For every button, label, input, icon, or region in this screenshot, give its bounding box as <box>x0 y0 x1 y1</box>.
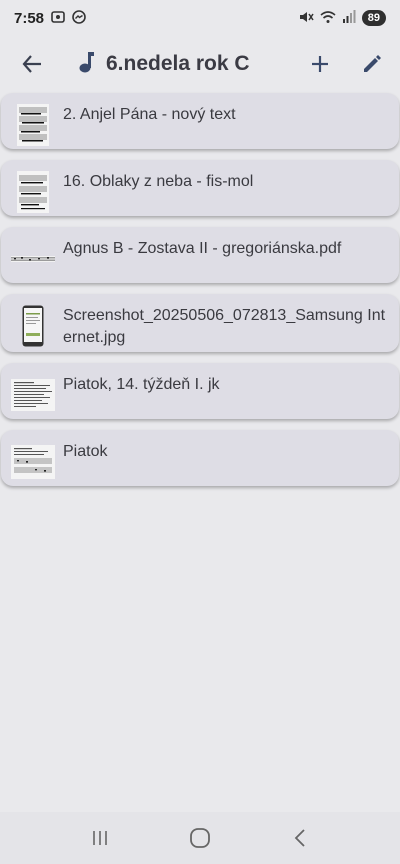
list-item[interactable]: 16. Oblaky z neba - fis-mol <box>1 160 399 216</box>
item-title: Piatok <box>63 443 108 460</box>
list-item[interactable]: Screenshot_20250506_072813_Samsung Inter… <box>1 294 399 352</box>
back-arrow-icon <box>22 55 41 73</box>
page-title: 6.nedela rok C <box>106 52 250 75</box>
recents-button[interactable] <box>76 818 124 858</box>
pencil-icon <box>364 55 381 72</box>
signal-icon <box>342 9 356 27</box>
add-button[interactable] <box>296 40 344 88</box>
item-title: Screenshot_20250506_072813_Samsung Inter… <box>63 307 386 346</box>
text-document-thumbnail <box>11 373 55 417</box>
list-item[interactable]: Agnus B - Zostava II - gregoriánska.pdf <box>1 227 399 283</box>
recents-icon <box>93 831 107 845</box>
home-button[interactable] <box>176 818 224 858</box>
title-wrap: 6.nedela rok C <box>78 50 296 79</box>
wifi-icon <box>320 10 336 27</box>
item-title: 2. Anjel Pána - nový text <box>63 106 236 123</box>
item-title: Piatok, 14. týždeň I. jk <box>63 376 220 393</box>
nav-back-button[interactable] <box>276 818 324 858</box>
sheet-music-thumbnail <box>11 170 55 214</box>
nav-back-icon <box>294 829 305 847</box>
list-item[interactable]: Piatok <box>1 430 399 486</box>
status-right: 89 <box>298 9 386 27</box>
back-button[interactable] <box>8 40 56 88</box>
system-nav-bar <box>0 812 400 864</box>
phone-screenshot-thumbnail <box>11 304 55 348</box>
list-item[interactable]: 2. Anjel Pána - nový text <box>1 93 399 149</box>
item-title: 16. Oblaky z neba - fis-mol <box>63 173 254 190</box>
app-bar: 6.nedela rok C <box>0 36 400 92</box>
item-title: Agnus B - Zostava II - gregoriánska.pdf <box>63 240 342 257</box>
file-list: 2. Anjel Pána - nový text 16. Oblaky z n… <box>0 93 400 497</box>
screenshot-icon <box>50 10 66 27</box>
plus-icon <box>312 56 328 72</box>
battery-indicator: 89 <box>361 10 386 26</box>
status-bar: 7:58 89 <box>0 0 400 36</box>
mute-icon <box>298 10 314 27</box>
screen: 7:58 89 6.nedela rok C 2. Anjel Pána - n… <box>0 0 400 864</box>
sheet-music-thumbnail <box>11 103 55 147</box>
status-time: 7:58 <box>14 9 45 27</box>
messenger-icon <box>72 9 86 27</box>
text-document-music-thumbnail <box>11 440 55 484</box>
edit-button[interactable] <box>348 40 396 88</box>
chant-strip-thumbnail <box>11 237 55 281</box>
status-left: 7:58 <box>14 10 86 27</box>
music-note-icon <box>78 50 96 79</box>
home-icon <box>190 828 210 848</box>
list-item[interactable]: Piatok, 14. týždeň I. jk <box>1 363 399 419</box>
